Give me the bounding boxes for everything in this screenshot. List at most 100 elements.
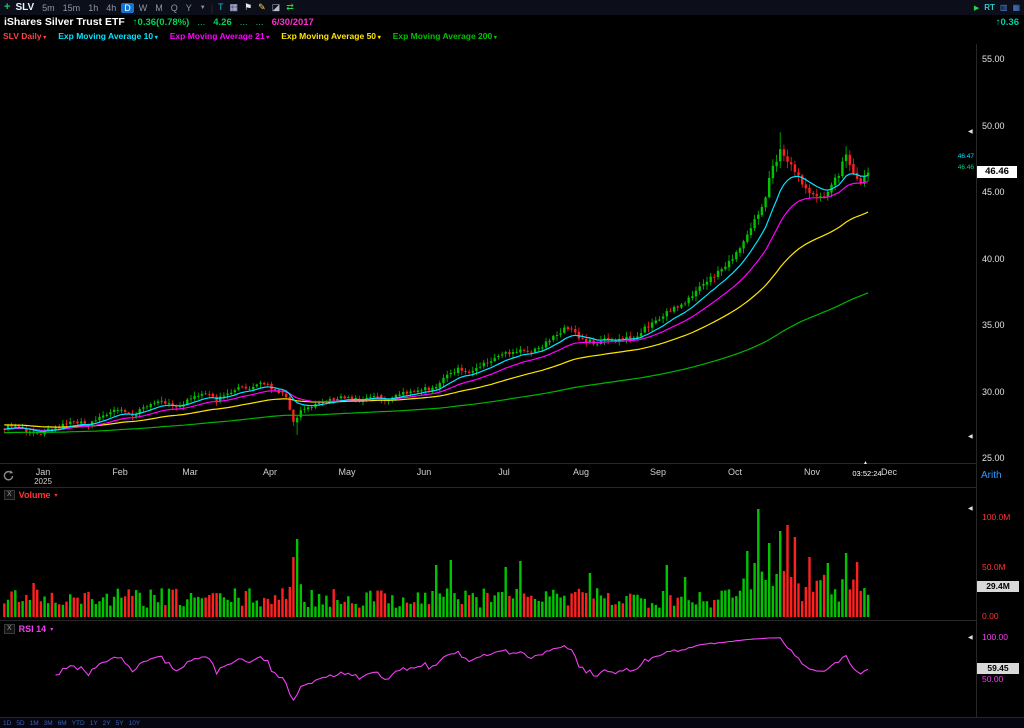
scale-mode-button[interactable]: Arith — [981, 470, 1002, 481]
indicator-label[interactable]: Exp Moving Average 50 ▾ — [281, 31, 380, 41]
rsi-axis-tick: 100.00 — [982, 632, 1008, 642]
timeframe-15m[interactable]: 15m — [60, 3, 84, 13]
axis-separator — [976, 44, 977, 717]
caret-down-icon: ▾ — [376, 35, 381, 41]
chart-type-icon[interactable]: ▦ — [230, 2, 239, 13]
month-label: Aug — [566, 467, 596, 477]
range-link-5d[interactable]: 5D — [16, 720, 24, 727]
rsi-title[interactable]: RSI 14 — [19, 624, 47, 634]
timeframe-m[interactable]: M — [152, 3, 166, 13]
price-axis-tick: 30.00 — [982, 387, 1005, 397]
panel-separator — [0, 487, 976, 488]
play-icon[interactable]: ▶ — [974, 4, 979, 12]
chart-legend: SLV Daily ▾ Exp Moving Average 10 ▾ Exp Mo… — [3, 31, 497, 41]
drawing-toolbar: T ▦ ⚑ ✎ ◪ ⇄ — [218, 2, 294, 13]
panel-separator — [0, 620, 976, 621]
timeframe-1h[interactable]: 1h — [85, 3, 101, 13]
toolbar-right-group: ▶ RT ▥ ▦ — [974, 3, 1020, 12]
month-label: Jan — [28, 467, 58, 477]
timeframe-d[interactable]: D — [121, 3, 134, 13]
timeframe-q[interactable]: Q — [168, 3, 181, 13]
realtime-label: RT — [984, 3, 995, 12]
volume-axis-tick: 0.00 — [982, 611, 999, 621]
quote-date: 6/30/2017 — [272, 17, 314, 28]
range-link-2y[interactable]: 2Y — [103, 720, 111, 727]
price-axis-tick: 25.00 — [982, 453, 1005, 463]
range-link-ytd[interactable]: YTD — [72, 720, 85, 727]
range-link-10y[interactable]: 10Y — [129, 720, 141, 727]
price-axis-tick: 45.00 — [982, 187, 1005, 197]
range-link-1m[interactable]: 1M — [30, 720, 39, 727]
trading-platform-window: + SLV 5m15m1h4hDWMQY ▼ | T ▦ ⚑ ✎ ◪ ⇄ ▶ RT ▥ ▦… — [0, 0, 1024, 728]
month-label: Sep — [643, 467, 673, 477]
close-volume-button[interactable]: X — [4, 490, 15, 500]
symbol-label[interactable]: SLV — [15, 2, 34, 13]
range-bar: 1D 5D 1M 3M 6M YTD 1Y 2Y 5Y 10Y — [0, 718, 1024, 728]
timeframe-w[interactable]: W — [136, 3, 151, 13]
month-label: Oct — [720, 467, 750, 477]
instrument-name: iShares Silver Trust ETF — [4, 16, 125, 28]
session-change: ↑0.36 — [996, 17, 1019, 28]
eraser-tool-icon[interactable]: ◪ — [272, 2, 281, 13]
toolbar-divider: | — [211, 3, 213, 13]
price-axis-tick: 55.00 — [982, 54, 1005, 64]
indicator-label[interactable]: Exp Moving Average 10 ▾ — [58, 31, 157, 41]
line-value-label: 46.46 — [946, 164, 974, 171]
timeframe-group: 5m15m1h4hDWMQY — [39, 3, 195, 13]
columns-icon[interactable]: ▥ — [1000, 3, 1008, 12]
price-axis-tick: 40.00 — [982, 254, 1005, 264]
month-label: Mar — [175, 467, 205, 477]
timeframe-4h[interactable]: 4h — [103, 3, 119, 13]
volume-chart[interactable] — [0, 488, 976, 620]
caret-down-icon: ▾ — [265, 35, 270, 41]
panel-separator — [0, 463, 976, 464]
range-link-6m[interactable]: 6M — [58, 720, 67, 727]
rsi-chart[interactable] — [0, 622, 976, 718]
line-value-label: 46.47 — [946, 153, 974, 160]
volume-axis-tick: 100.0M — [982, 512, 1010, 522]
volume-value-badge: 29.4M — [977, 581, 1019, 592]
month-label: May — [332, 467, 362, 477]
timeframe-dropdown-icon[interactable]: ▼ — [200, 5, 206, 11]
volume-title[interactable]: Volume — [19, 490, 51, 500]
indicator-label[interactable]: Exp Moving Average 200 ▾ — [393, 31, 497, 41]
range-link-1y[interactable]: 1Y — [90, 720, 98, 727]
share-tool-icon[interactable]: ⇄ — [286, 2, 294, 13]
year-label: 2025 — [28, 477, 58, 486]
timeframe-5m[interactable]: 5m — [39, 3, 58, 13]
caret-down-icon[interactable]: ▾ — [55, 492, 58, 499]
timeframe-y[interactable]: Y — [183, 3, 195, 13]
text-tool-icon[interactable]: T — [218, 2, 224, 13]
range-link-3m[interactable]: 3M — [44, 720, 53, 727]
quote-value: 4.26 — [213, 17, 232, 28]
caret-down-icon[interactable]: ▾ — [50, 626, 53, 633]
chart-series-label[interactable]: SLV Daily ▾ — [3, 31, 46, 41]
price-chart[interactable] — [0, 44, 976, 464]
rsi-value-badge: 59.45 — [977, 663, 1019, 674]
range-link-1d[interactable]: 1D — [3, 720, 11, 727]
layout-grid-icon[interactable]: ▦ — [1012, 3, 1020, 12]
month-label: Jul — [489, 467, 519, 477]
rsi-high-marker-icon: ◀ — [968, 635, 973, 641]
add-symbol-icon[interactable]: + — [4, 2, 10, 13]
caret-down-icon: ▾ — [492, 35, 497, 41]
price-axis-tick: 35.00 — [982, 320, 1005, 330]
month-label: Feb — [105, 467, 135, 477]
flag-tool-icon[interactable]: ⚑ — [244, 2, 252, 13]
price-axis-tick: 50.00 — [982, 121, 1005, 131]
range-link-5y[interactable]: 5Y — [116, 720, 124, 727]
month-label: Nov — [797, 467, 827, 477]
caret-down-icon: ▾ — [42, 35, 47, 41]
reset-zoom-icon[interactable] — [2, 469, 15, 482]
indicator-label[interactable]: Exp Moving Average 21 ▾ — [170, 31, 269, 41]
month-label: Jun — [409, 467, 439, 477]
month-label: Dec — [874, 467, 904, 477]
last-price-badge: 46.46 — [977, 166, 1017, 178]
close-rsi-button[interactable]: X — [4, 624, 15, 634]
pencil-tool-icon[interactable]: ✎ — [258, 2, 266, 13]
quote-row: iShares Silver Trust ETF ↑0.36(0.78%) ..… — [0, 15, 1024, 29]
top-toolbar: + SLV 5m15m1h4hDWMQY ▼ | T ▦ ⚑ ✎ ◪ ⇄ ▶ RT ▥ ▦ — [0, 0, 1024, 15]
range-low-marker-icon: ◀ — [968, 434, 973, 440]
volume-panel-header: X Volume ▾ — [4, 490, 58, 500]
volume-high-marker-icon: ◀ — [968, 506, 973, 512]
